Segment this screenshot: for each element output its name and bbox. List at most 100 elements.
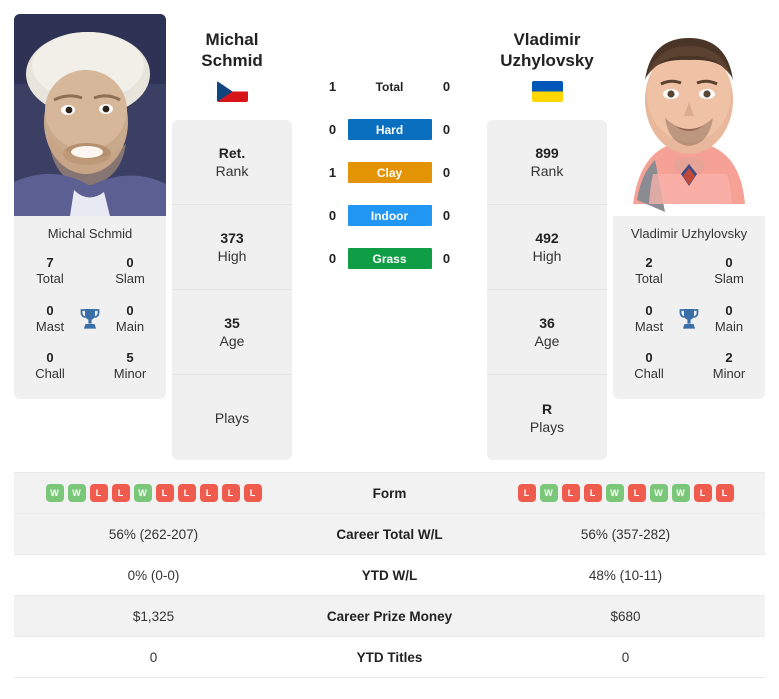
right-ytd-titles-value: 0 — [486, 636, 765, 678]
form-badge-l[interactable]: L — [155, 484, 174, 502]
right-minor-value: 2 — [725, 350, 733, 365]
left-mast-value: 0 — [46, 302, 54, 318]
form-badge-w[interactable]: W — [649, 484, 668, 502]
right-age-label: Age — [534, 333, 560, 350]
right-player-lastname: Uzhylovsky — [500, 50, 594, 70]
player-comparison-page: Michal Schmid 7 Total 0 Slam 0 Mast 0 Ma… — [0, 0, 779, 699]
left-player-name[interactable]: Michal Schmid — [201, 14, 262, 71]
left-titles-row-2: 0 Mast 0 Main — [18, 303, 162, 336]
surface-badge-clay[interactable]: Clay — [347, 162, 432, 183]
left-main-label: Main — [115, 318, 145, 334]
right-titles-row-1: 2 Total 0 Slam — [617, 255, 761, 288]
right-total-value: 2 — [645, 255, 653, 270]
left-player-photo-card[interactable]: Michal Schmid 7 Total 0 Slam 0 Mast 0 Ma… — [14, 14, 166, 399]
h2h-total-right-score: 0 — [442, 79, 451, 94]
left-high-value: 373 — [220, 230, 244, 247]
form-badge-l[interactable]: L — [221, 484, 240, 502]
right-minor-label: Minor — [712, 366, 746, 382]
left-player-card: Michal Schmid 7 Total 0 Slam 0 Mast 0 Ma… — [14, 14, 166, 399]
left-chall-value: 0 — [46, 350, 54, 365]
form-badge-l[interactable]: L — [517, 484, 536, 502]
h2h-row-hard: 0 Hard 0 — [310, 119, 470, 140]
left-plays-label: Plays — [214, 409, 250, 426]
surface-badge-grass[interactable]: Grass — [347, 248, 432, 269]
left-rank-label: Rank — [215, 163, 249, 180]
prize-money-label: Career Prize Money — [293, 595, 486, 637]
form-badge-l[interactable]: L — [561, 484, 580, 502]
left-total-label: Total — [36, 271, 64, 287]
surface-badge-indoor[interactable]: Indoor — [347, 205, 432, 226]
right-player-photo[interactable] — [613, 14, 765, 216]
trophy-icon — [674, 307, 704, 331]
form-row-label: Form — [293, 472, 486, 514]
left-high-cell: 373 High — [172, 205, 292, 291]
left-titles-row-3: 0 Chall 5 Minor — [18, 350, 162, 383]
left-minor-value: 5 — [126, 350, 134, 365]
table-row-ytd-titles: 0 YTD Titles 0 — [14, 636, 765, 678]
ytd-wl-label: YTD W/L — [293, 554, 486, 596]
h2h-hard-left-score: 0 — [328, 122, 337, 137]
h2h-hard-right-score: 0 — [442, 122, 451, 137]
left-player-photo[interactable] — [14, 14, 166, 216]
form-badge-l[interactable]: L — [111, 484, 130, 502]
left-slam-label: Slam — [115, 271, 145, 287]
h2h-clay-left-score: 1 — [328, 165, 337, 180]
right-main-value: 0 — [725, 302, 733, 318]
right-chall-titles: 0 Chall — [625, 350, 673, 383]
form-badge-l[interactable]: L — [243, 484, 262, 502]
left-player-info: Michal Schmid 7 Total 0 Slam 0 Mast 0 Ma… — [14, 216, 166, 399]
right-chall-label: Chall — [634, 366, 664, 382]
head-to-head-column: 1 Total 0 0 Hard 0 1 Clay 0 0 Indoor 0 0 — [298, 14, 481, 269]
right-player-name[interactable]: Vladimir Uzhylovsky — [500, 14, 594, 71]
right-slam-label: Slam — [714, 271, 744, 287]
right-main-titles: 0 Main — [705, 303, 753, 336]
right-slam-value: 0 — [725, 255, 733, 270]
right-total-titles: 2 Total — [625, 255, 673, 288]
left-titles-row-1: 7 Total 0 Slam — [18, 255, 162, 288]
left-career-wl-value: 56% (262-207) — [14, 513, 293, 555]
left-player-summary: Michal Schmid Ret. Rank 373 High 35 Age … — [172, 14, 292, 461]
left-age-label: Age — [219, 333, 245, 350]
form-badge-l[interactable]: L — [627, 484, 646, 502]
left-player-lastname: Schmid — [201, 50, 263, 70]
form-badge-w[interactable]: W — [605, 484, 624, 502]
left-high-label: High — [217, 248, 247, 265]
right-ytd-wl-value: 48% (10-11) — [486, 554, 765, 596]
right-total-label: Total — [635, 271, 663, 287]
left-total-value: 7 — [46, 255, 54, 270]
right-mast-label: Mast — [634, 318, 664, 334]
form-badge-w[interactable]: W — [133, 484, 152, 502]
h2h-indoor-right-score: 0 — [442, 208, 451, 223]
czech-republic-flag-icon — [216, 81, 248, 103]
h2h-clay-right-score: 0 — [442, 165, 451, 180]
right-mast-titles: 0 Mast — [625, 303, 673, 336]
h2h-total-left-score: 1 — [328, 79, 337, 94]
form-badge-l[interactable]: L — [693, 484, 712, 502]
form-badge-w[interactable]: W — [671, 484, 690, 502]
left-ytd-wl-value: 0% (0-0) — [14, 554, 293, 596]
table-row-form: WWLLWLLLLL Form LWLLWLWWLL — [14, 472, 765, 514]
form-badge-l[interactable]: L — [583, 484, 602, 502]
left-mast-titles: 0 Mast — [26, 303, 74, 336]
right-plays-cell: R Plays — [487, 375, 607, 460]
form-badge-l[interactable]: L — [177, 484, 196, 502]
right-chall-value: 0 — [645, 350, 653, 365]
surface-badge-hard[interactable]: Hard — [347, 119, 432, 140]
form-badge-w[interactable]: W — [539, 484, 558, 502]
form-badge-l[interactable]: L — [715, 484, 734, 502]
comparison-stats-table: WWLLWLLLLL Form LWLLWLWWLL 56% (262-207)… — [14, 472, 765, 678]
right-player-caption: Vladimir Uzhylovsky — [630, 226, 748, 241]
form-badge-l[interactable]: L — [89, 484, 108, 502]
left-age-cell: 35 Age — [172, 290, 292, 376]
h2h-row-indoor: 0 Indoor 0 — [310, 205, 470, 226]
right-plays-value: R — [541, 400, 553, 417]
form-badge-w[interactable]: W — [67, 484, 86, 502]
form-badge-w[interactable]: W — [45, 484, 64, 502]
form-badge-l[interactable]: L — [199, 484, 218, 502]
left-age-value: 35 — [224, 315, 240, 332]
right-player-photo-card[interactable]: Vladimir Uzhylovsky 2 Total 0 Slam 0 Mas… — [613, 14, 765, 399]
right-rank-card: 899 Rank 492 High 36 Age R Plays — [487, 120, 607, 461]
h2h-grass-right-score: 0 — [442, 251, 451, 266]
h2h-grass-left-score: 0 — [328, 251, 337, 266]
right-high-value: 492 — [535, 230, 559, 247]
